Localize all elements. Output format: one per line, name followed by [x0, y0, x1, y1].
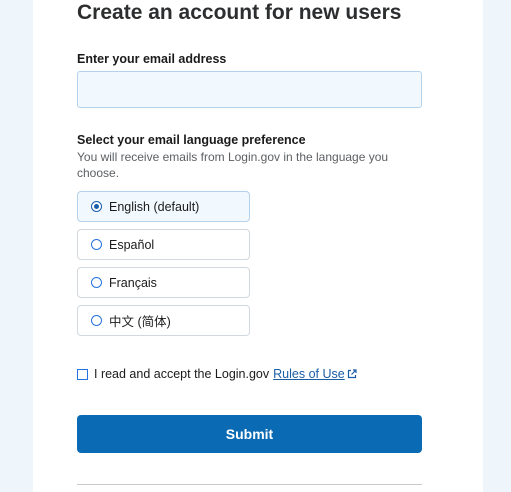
- email-label: Enter your email address: [77, 52, 227, 66]
- radio-unselected-icon: [91, 315, 102, 326]
- external-link-icon: [347, 369, 357, 379]
- language-option-label: Français: [109, 275, 157, 290]
- submit-button[interactable]: Submit: [77, 415, 422, 453]
- page-title: Create an account for new users: [77, 1, 402, 24]
- terms-text: I read and accept the Login.gov: [94, 367, 270, 381]
- language-option-label: English (default): [109, 199, 200, 214]
- language-option-spanish[interactable]: Español: [77, 229, 250, 260]
- terms-row: I read and accept the Login.gov Rules of…: [77, 367, 357, 381]
- form-card: Create an account for new users Enter yo…: [33, 0, 483, 492]
- rules-of-use-link[interactable]: Rules of Use: [273, 367, 345, 381]
- language-label: Select your email language preference: [77, 133, 306, 147]
- language-hint: You will receive emails from Login.gov i…: [77, 150, 389, 180]
- radio-selected-icon: [91, 201, 102, 212]
- language-option-french[interactable]: Français: [77, 267, 250, 298]
- language-option-label: Español: [109, 237, 155, 252]
- language-option-chinese[interactable]: 中文 (简体): [77, 305, 250, 336]
- divider: [77, 484, 422, 485]
- language-option-label: 中文 (简体): [109, 315, 171, 329]
- radio-unselected-icon: [91, 239, 102, 250]
- email-field[interactable]: [77, 71, 422, 108]
- language-option-english[interactable]: English (default): [77, 191, 250, 222]
- radio-unselected-icon: [91, 277, 102, 288]
- terms-checkbox[interactable]: [77, 368, 88, 380]
